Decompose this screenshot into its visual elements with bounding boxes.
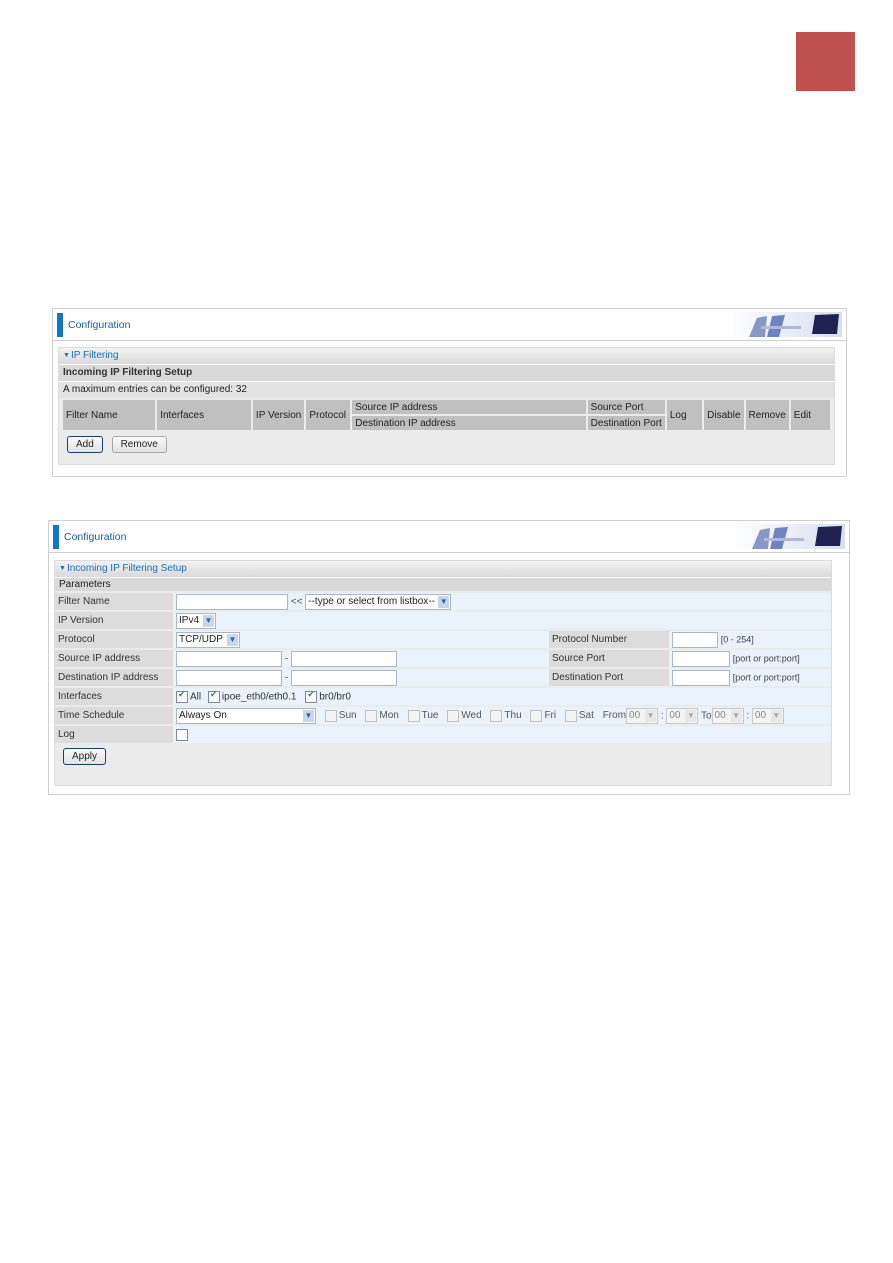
- filter-name-input[interactable]: [176, 593, 288, 610]
- day-fri-checkbox[interactable]: [530, 709, 543, 722]
- from-hour-select[interactable]: 00 ▼: [626, 707, 659, 724]
- ip-filtering-list-panel: Configuration ▼IP Filtering Incoming IP …: [52, 308, 847, 477]
- day-mon-checkbox[interactable]: [365, 709, 378, 722]
- day-sat-checkbox[interactable]: [564, 709, 577, 722]
- source-ip-to-input[interactable]: [290, 650, 397, 667]
- source-ip-label: Source IP address: [55, 650, 173, 667]
- office-banner-icon: [730, 524, 845, 549]
- max-entries-text: A maximum entries can be configured: 32: [59, 381, 834, 398]
- panel-header: Configuration: [53, 309, 846, 341]
- destination-port-label: Destination Port: [549, 669, 669, 686]
- col-log: Log: [666, 400, 703, 430]
- col-source-port: Source Port: [587, 400, 665, 414]
- add-button[interactable]: Add: [67, 436, 103, 453]
- protocol-label: Protocol: [55, 631, 173, 648]
- filter-name-listbox[interactable]: --type or select from listbox-- ▼: [305, 593, 452, 610]
- parameters-title: Parameters: [55, 577, 831, 591]
- protocol-number-input[interactable]: [672, 631, 718, 648]
- col-edit: Edit: [790, 400, 830, 430]
- day-checkboxes: Sun Mon Tue Wed Thu Fri Sat: [324, 709, 597, 722]
- col-interfaces: Interfaces: [157, 400, 251, 430]
- source-port-input[interactable]: [672, 650, 730, 667]
- interface-all-checkbox[interactable]: [176, 689, 188, 703]
- protocol-number-label: Protocol Number: [549, 631, 669, 648]
- chevron-down-icon: ▼: [730, 709, 742, 722]
- chevron-down-icon: ▼: [203, 614, 214, 627]
- col-protocol: Protocol: [306, 400, 351, 430]
- filter-list-table: Filter Name Interfaces IP Version Protoc…: [61, 398, 832, 432]
- filter-name-label: Filter Name: [55, 593, 173, 610]
- destination-port-hint: [port or port:port]: [732, 672, 800, 683]
- panel-title: Configuration: [68, 319, 131, 331]
- day-sun-checkbox[interactable]: [324, 709, 337, 722]
- source-port-hint: [port or port:port]: [732, 653, 800, 664]
- destination-ip-label: Destination IP address: [55, 669, 173, 686]
- filter-name-arrow: <<: [290, 596, 303, 608]
- office-banner-icon: [727, 312, 842, 337]
- protocol-number-hint: [0 - 254]: [720, 634, 754, 645]
- col-source-ip: Source IP address: [352, 400, 586, 414]
- day-tue-checkbox[interactable]: [407, 709, 420, 722]
- time-schedule-label: Time Schedule: [55, 707, 173, 724]
- ip-filtering-section: ▼IP Filtering Incoming IP Filtering Setu…: [58, 347, 835, 465]
- section-title[interactable]: ▼Incoming IP Filtering Setup: [55, 561, 831, 577]
- destination-ip-from-input[interactable]: [176, 669, 282, 686]
- range-separator: -: [284, 672, 289, 684]
- range-separator: -: [284, 653, 289, 665]
- chapter-tab-marker: [796, 32, 855, 91]
- time-colon: :: [660, 710, 664, 722]
- panel-title: Configuration: [64, 531, 127, 543]
- ip-version-label: IP Version: [55, 612, 173, 629]
- chevron-down-icon: ▼: [645, 709, 657, 722]
- chevron-down-icon: ▼: [227, 633, 238, 646]
- interfaces-label: Interfaces: [55, 688, 173, 705]
- section-title[interactable]: ▼IP Filtering: [59, 348, 834, 364]
- col-destination-ip: Destination IP address: [352, 416, 586, 430]
- day-thu-checkbox[interactable]: [490, 709, 503, 722]
- source-ip-from-input[interactable]: [176, 650, 282, 667]
- incoming-ip-filtering-setup-panel: Configuration ▼Incoming IP Filtering Set…: [48, 520, 850, 795]
- header-accent-bar: [57, 313, 63, 337]
- chevron-down-icon: ▼: [303, 709, 314, 722]
- to-label: To: [700, 710, 712, 722]
- log-label: Log: [55, 726, 173, 743]
- time-schedule-select[interactable]: Always On ▼: [176, 707, 316, 724]
- col-remove: Remove: [745, 400, 789, 430]
- destination-ip-to-input[interactable]: [290, 669, 397, 686]
- collapse-triangle-icon: ▼: [63, 352, 70, 359]
- log-checkbox[interactable]: [176, 728, 188, 741]
- ip-version-select[interactable]: IPv4 ▼: [176, 612, 216, 629]
- from-minute-select[interactable]: 00 ▼: [666, 707, 699, 724]
- interface-br0-checkbox[interactable]: [305, 689, 318, 703]
- col-disable: Disable: [704, 400, 744, 430]
- col-filter-name: Filter Name: [63, 400, 156, 430]
- time-colon: :: [746, 710, 750, 722]
- to-hour-select[interactable]: 00 ▼: [711, 707, 744, 724]
- apply-button[interactable]: Apply: [63, 748, 107, 765]
- interface-ipoe-checkbox[interactable]: [207, 689, 220, 703]
- header-accent-bar: [53, 525, 59, 549]
- panel-header: Configuration: [49, 521, 849, 553]
- destination-port-input[interactable]: [672, 669, 730, 686]
- parameters-form: Filter Name << --type or select from lis…: [55, 591, 831, 745]
- chevron-down-icon: ▼: [685, 709, 697, 722]
- subtitle-row: Incoming IP Filtering Setup: [59, 364, 834, 381]
- col-destination-port: Destination Port: [587, 416, 665, 430]
- chevron-down-icon: ▼: [770, 709, 782, 722]
- form-actions: Apply: [55, 745, 831, 765]
- protocol-select[interactable]: TCP/UDP ▼: [176, 631, 240, 648]
- list-actions: Add Remove: [59, 432, 834, 453]
- day-wed-checkbox[interactable]: [447, 709, 460, 722]
- col-ip-version: IP Version: [252, 400, 305, 430]
- from-label: From: [602, 710, 627, 722]
- collapse-triangle-icon: ▼: [59, 565, 66, 572]
- setup-section: ▼Incoming IP Filtering Setup Parameters …: [54, 560, 832, 786]
- to-minute-select[interactable]: 00 ▼: [751, 707, 784, 724]
- remove-button[interactable]: Remove: [111, 436, 167, 453]
- chevron-down-icon: ▼: [438, 595, 450, 608]
- source-port-label: Source Port: [549, 650, 669, 667]
